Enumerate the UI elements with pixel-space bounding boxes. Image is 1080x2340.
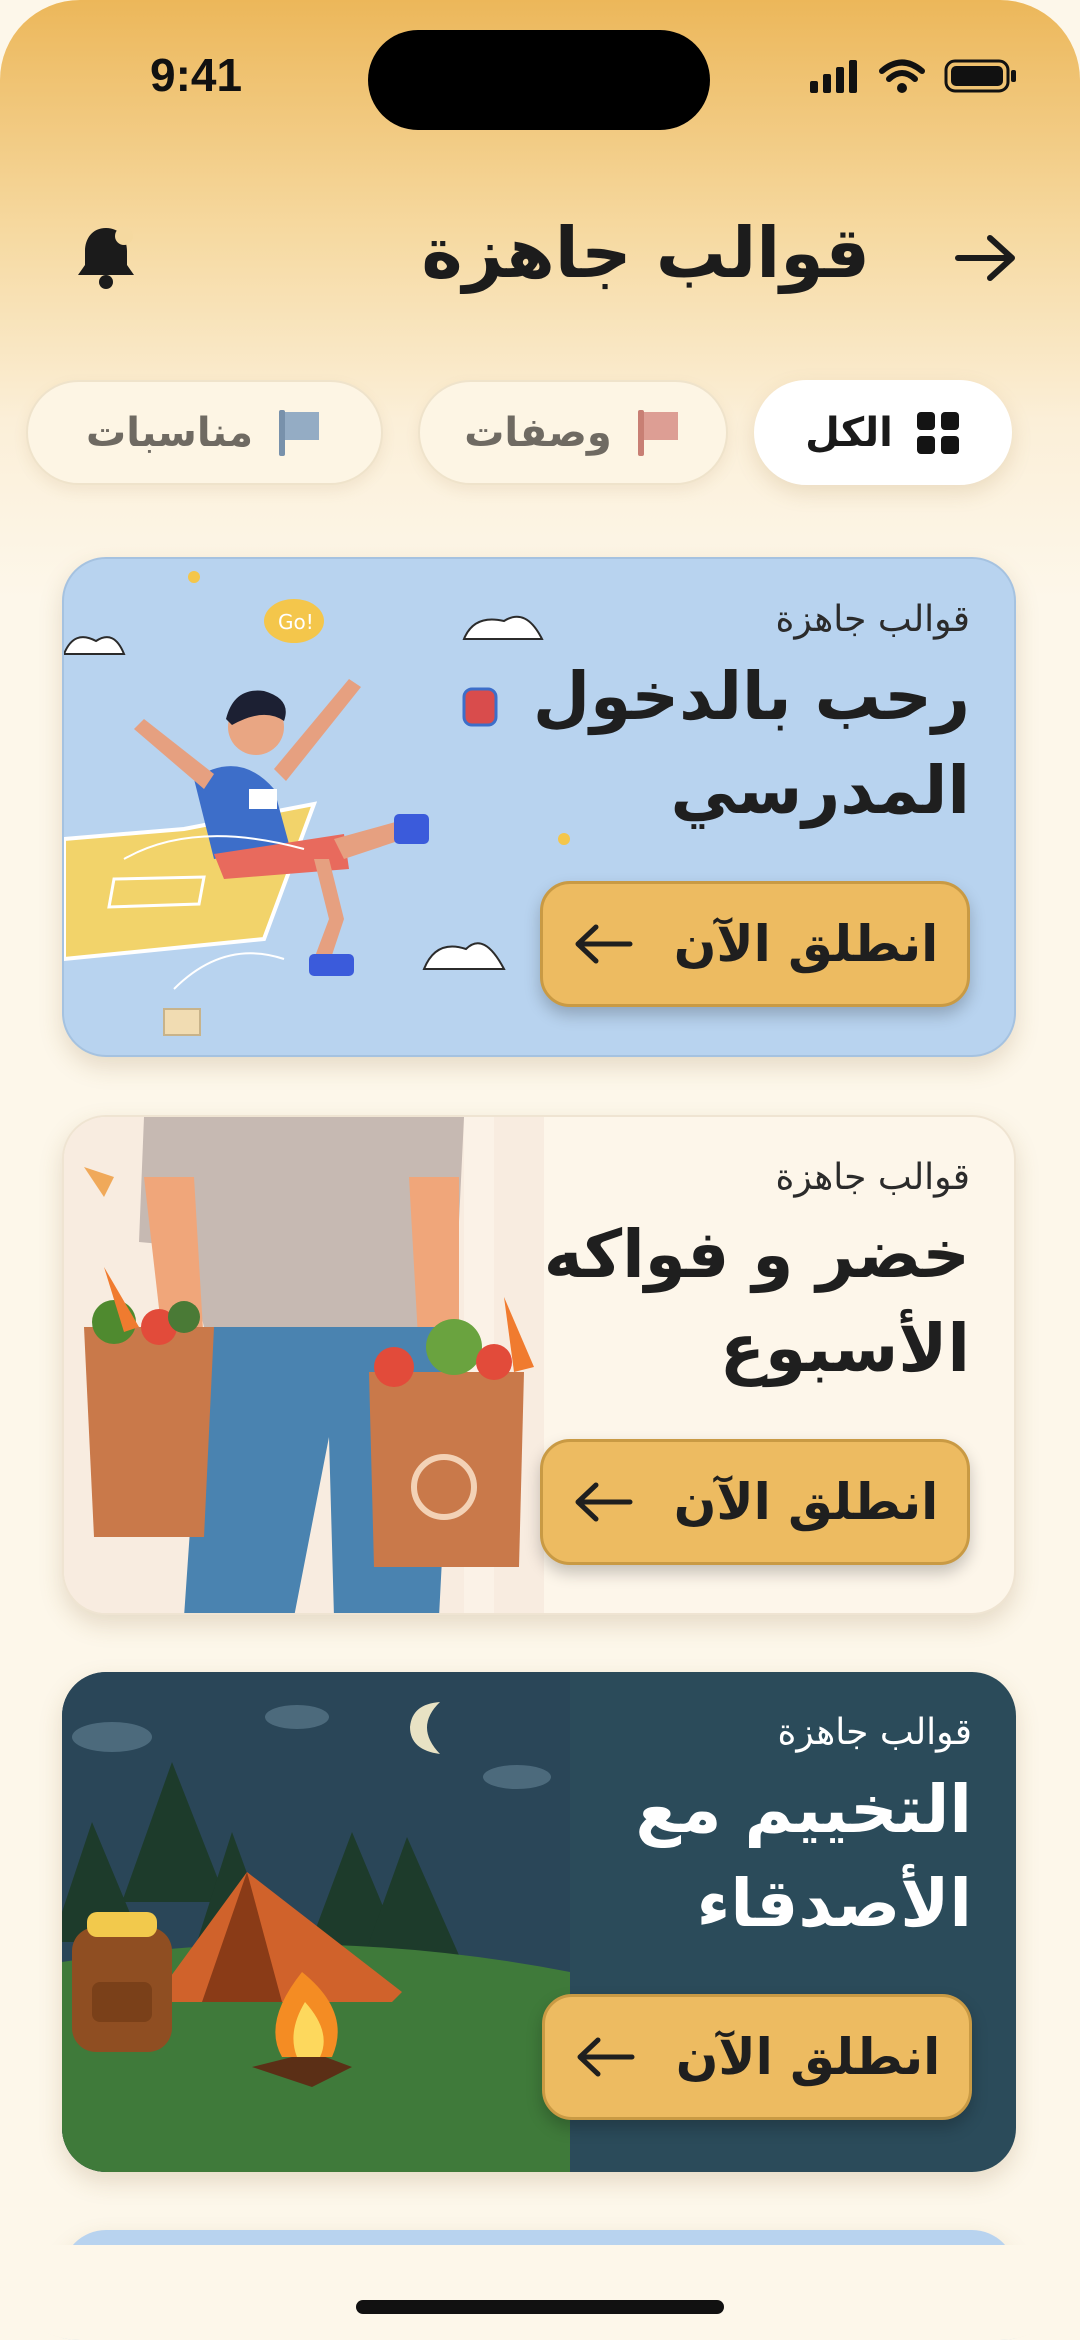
notification-button[interactable] [70,220,142,292]
status-bar: 9:41 [0,0,1080,150]
app-screen: 9:41 قوالب جاهزة الكل وصفات مناسبات Go! … [0,0,1080,2340]
card-title-line: الأصدقاء [696,1865,972,1942]
filter-chip-label: وصفات [464,409,612,456]
filter-chip-all[interactable]: الكل [754,380,1012,485]
status-time: 9:41 [150,49,243,101]
template-card-school[interactable]: Go! قوالب جاهزة رحب بالدخول المدرسي انطل… [62,557,1016,1057]
arrow-left-icon [575,924,633,964]
filter-chip-occasions[interactable]: مناسبات [26,380,383,485]
card-title: خضر و فواكه الأسبوع [490,1208,970,1396]
card-title-line: الأسبوع [719,1310,970,1387]
signal-icon [810,60,857,93]
dynamic-island [368,30,710,130]
arrow-right-icon [955,235,1015,281]
start-button-label: انطلق الآن [673,915,939,973]
start-button-label: انطلق الآن [675,2028,941,2086]
start-button[interactable]: انطلق الآن [542,1994,972,2120]
card-text: قوالب جاهزة خضر و فواكه الأسبوع [490,1157,970,1396]
svg-text:Go!: Go! [278,610,314,634]
card-text: قوالب جاهزة التخييم مع الأصدقاء [492,1712,972,1951]
filter-chip-label: مناسبات [86,409,253,456]
start-button-label: انطلق الآن [673,1473,939,1531]
home-indicator[interactable] [356,2300,724,2314]
card-kicker: قوالب جاهزة [777,1712,972,1753]
start-button[interactable]: انطلق الآن [540,1439,970,1565]
battery-icon [944,59,1016,93]
arrow-left-icon [575,1482,633,1522]
template-card-camping[interactable]: قوالب جاهزة التخييم مع الأصدقاء انطلق ال… [62,1672,1016,2172]
filter-chip-recipes[interactable]: وصفات [418,380,728,485]
wifi-icon [879,59,925,93]
card-title: التخييم مع الأصدقاء [492,1763,972,1951]
card-kicker: قوالب جاهزة [775,599,970,640]
bottom-bar [0,2245,1080,2340]
card-title: رحب بالدخول المدرسي [490,650,970,838]
filter-chip-label: الكل [805,409,893,456]
header: قوالب جاهزة [0,200,1080,310]
card-title-line: التخييم مع [635,1771,972,1848]
start-button[interactable]: انطلق الآن [540,881,970,1007]
arrow-left-icon [577,2037,635,2077]
page-title: قوالب جاهزة [421,212,870,294]
card-text: قوالب جاهزة رحب بالدخول المدرسي [490,599,970,838]
card-title-line: رحب بالدخول [532,658,970,735]
template-card-vegetables[interactable]: قوالب جاهزة خضر و فواكه الأسبوع انطلق ال… [62,1115,1016,1615]
flag-icon [637,409,678,456]
bell-icon [78,227,134,289]
back-button[interactable] [952,230,1020,286]
status-icons [808,58,1018,94]
card-title-line: المدرسي [670,752,970,829]
flag-icon [279,409,319,456]
grid-icon [916,411,959,454]
filter-chips: الكل وصفات مناسبات [0,380,1080,485]
card-title-line: خضر و فواكه [543,1216,970,1293]
card-kicker: قوالب جاهزة [775,1157,970,1198]
